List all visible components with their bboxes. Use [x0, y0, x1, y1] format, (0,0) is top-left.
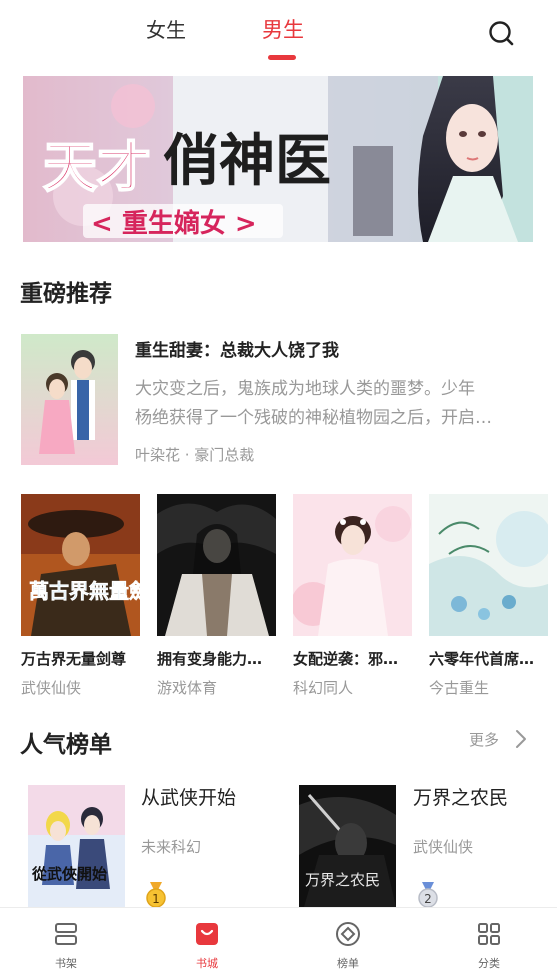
grid-book-cover[interactable]	[293, 494, 412, 636]
rank-number-1: 1	[152, 892, 160, 906]
nav-item-bookshelf[interactable]: 书架	[26, 908, 106, 974]
ranked-book-category-2: 武侠仙侠	[413, 838, 474, 856]
featured-section-title: 重磅推荐	[20, 281, 112, 307]
ranking-diamond-icon	[335, 921, 361, 947]
ranked-book-1-cover-title: 從武俠開始	[31, 865, 107, 883]
tab-male[interactable]: 男生	[262, 14, 304, 44]
popular-section-title: 人气榜单	[20, 732, 112, 758]
featured-book-meta: 叶染花 · 豪门总裁	[135, 446, 255, 464]
svg-text:天才: 天才	[43, 135, 151, 199]
ranked-book-category-1: 未来科幻	[141, 838, 202, 856]
featured-book-description: 大灾变之后，鬼族成为地球人类的噩梦。少年 杨绝获得了一个残破的神秘植物园之后，开…	[135, 375, 530, 433]
nav-item-bookstore[interactable]: 书城	[167, 908, 247, 974]
rank-number-2: 2	[424, 892, 432, 906]
ranked-book-cover-1[interactable]: 從武俠開始	[28, 785, 125, 907]
ranked-book-cover-2[interactable]: 万界之农民	[299, 785, 396, 907]
nav-item-ranking[interactable]: 榜单	[308, 908, 388, 974]
featured-book-description-line2: 杨绝获得了一个残破的神秘植物园之后，开启…	[135, 408, 492, 428]
grid-book-1[interactable]: 萬古界無量劍尊 万古界无量剑尊 武侠仙侠	[21, 494, 140, 698]
ranked-book-title-1[interactable]: 从武侠开始	[141, 783, 236, 810]
grid-book-title[interactable]: 女配逆袭：邪…	[293, 648, 412, 669]
nav-item-category[interactable]: 分类	[449, 908, 529, 974]
grid-book-4[interactable]: 六零年代首席… 今古重生	[429, 494, 548, 698]
grid-book-category: 武侠仙侠	[21, 679, 82, 697]
nav-label-bookshelf: 书架	[55, 957, 77, 970]
active-tab-indicator	[268, 55, 296, 60]
nav-label-category: 分类	[478, 957, 500, 970]
chevron-right-icon[interactable]	[514, 728, 528, 750]
more-link[interactable]: 更多	[469, 729, 499, 750]
featured-book-cover[interactable]	[21, 334, 118, 465]
svg-text:俏神医: 俏神医	[163, 128, 331, 194]
grid-book-title[interactable]: 拥有变身能力…	[157, 648, 276, 669]
grid-book-category: 科幻同人	[293, 679, 354, 697]
top-tab-bar: 女生 男生	[0, 0, 557, 70]
grid-book-2[interactable]: 拥有变身能力… 游戏体育	[157, 494, 276, 698]
svg-text:< 重生嫡女 >: < 重生嫡女 >	[91, 208, 257, 239]
grid-book-category: 今古重生	[429, 679, 490, 697]
bottom-nav-bar: 书架 书城 榜单 分类	[0, 907, 557, 974]
nav-label-ranking: 榜单	[337, 957, 359, 970]
bookshelf-icon	[53, 921, 79, 947]
featured-book-title[interactable]: 重生甜妻：总裁大人饶了我	[135, 336, 339, 361]
rank-gold-medal-icon: 1	[143, 882, 169, 908]
grid-book-cover[interactable]: 萬古界無量劍尊	[21, 494, 140, 636]
bookstore-bag-icon	[194, 921, 220, 947]
ranked-book-title-2[interactable]: 万界之农民	[413, 783, 508, 810]
featured-book-description-line1: 大灾变之后，鬼族成为地球人类的噩梦。少年	[135, 379, 475, 399]
grid-book-title[interactable]: 万古界无量剑尊	[21, 648, 140, 669]
ranked-book-2-cover-title: 万界之农民	[305, 871, 380, 889]
search-icon[interactable]	[486, 18, 516, 48]
grid-book-category: 游戏体育	[157, 679, 218, 697]
grid-book-title[interactable]: 六零年代首席…	[429, 648, 548, 669]
grid-book-cover[interactable]	[157, 494, 276, 636]
rank-silver-medal-icon: 2	[415, 882, 441, 908]
nav-label-bookstore: 书城	[196, 957, 218, 970]
grid-book-cover[interactable]	[429, 494, 548, 636]
tab-female[interactable]: 女生	[146, 14, 186, 43]
grid-book-1-cover-title: 萬古界無量劍尊	[29, 579, 140, 603]
grid-book-3[interactable]: 女配逆袭：邪… 科幻同人	[293, 494, 412, 698]
promo-banner[interactable]: 天才 俏神医 < 重生嫡女 >	[23, 76, 533, 242]
category-grid-icon	[476, 921, 502, 947]
